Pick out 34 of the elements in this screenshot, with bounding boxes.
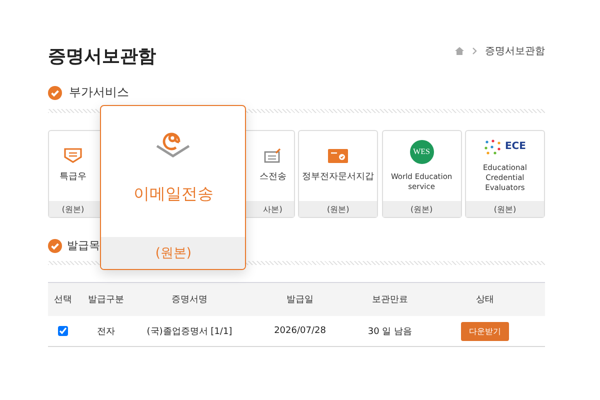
table-cell-text: (국)졸업증명서 [1/1] bbox=[146, 326, 232, 338]
table-cell-text: 전자 bbox=[97, 326, 115, 338]
section-heading: 부가서비스 bbox=[69, 84, 129, 101]
copy-type-label: (원본) bbox=[299, 201, 378, 217]
table-cell-text: 30 일 남음 bbox=[368, 326, 412, 338]
service-label: 정부전자문서지갑 bbox=[302, 170, 374, 184]
column-header: 증명서명 bbox=[172, 294, 208, 306]
breadcrumb-item[interactable]: 증명서보관함 bbox=[485, 44, 545, 58]
section-heading: 발급목 bbox=[67, 238, 100, 253]
service-card[interactable]: 정부전자문서지갑 (원본) bbox=[298, 130, 378, 218]
column-header: 발급구분 bbox=[88, 294, 124, 306]
popup-copy-type: (원본) bbox=[101, 237, 246, 269]
popup-label: 이메일전송 bbox=[133, 184, 214, 205]
table-cell: 2026/07/28 bbox=[274, 326, 326, 336]
copy-type-label: (원본) bbox=[382, 201, 461, 217]
check-circle-icon bbox=[48, 238, 62, 252]
column-header: 상태 bbox=[476, 294, 494, 306]
dots-icon bbox=[484, 138, 502, 155]
column-header: 선택 bbox=[54, 294, 72, 306]
ece-logo: ECE bbox=[504, 141, 526, 152]
page-title: 증명서보관함 bbox=[48, 45, 156, 68]
envelope-icon bbox=[64, 148, 82, 164]
wallet-icon bbox=[328, 148, 348, 163]
column-header: 보관만료 bbox=[372, 294, 408, 306]
copy-type-label: (원본) bbox=[466, 201, 544, 217]
service-label: 스전송 bbox=[259, 171, 286, 184]
chevron-icon bbox=[472, 47, 477, 55]
wes-logo: WES bbox=[410, 140, 434, 164]
home-icon[interactable] bbox=[455, 47, 464, 55]
check-circle-icon bbox=[48, 86, 62, 100]
service-label: 특급우 bbox=[60, 171, 86, 184]
row-checkbox[interactable] bbox=[58, 326, 68, 336]
column-header: 발급일 bbox=[286, 294, 314, 306]
fax-icon bbox=[264, 148, 282, 164]
